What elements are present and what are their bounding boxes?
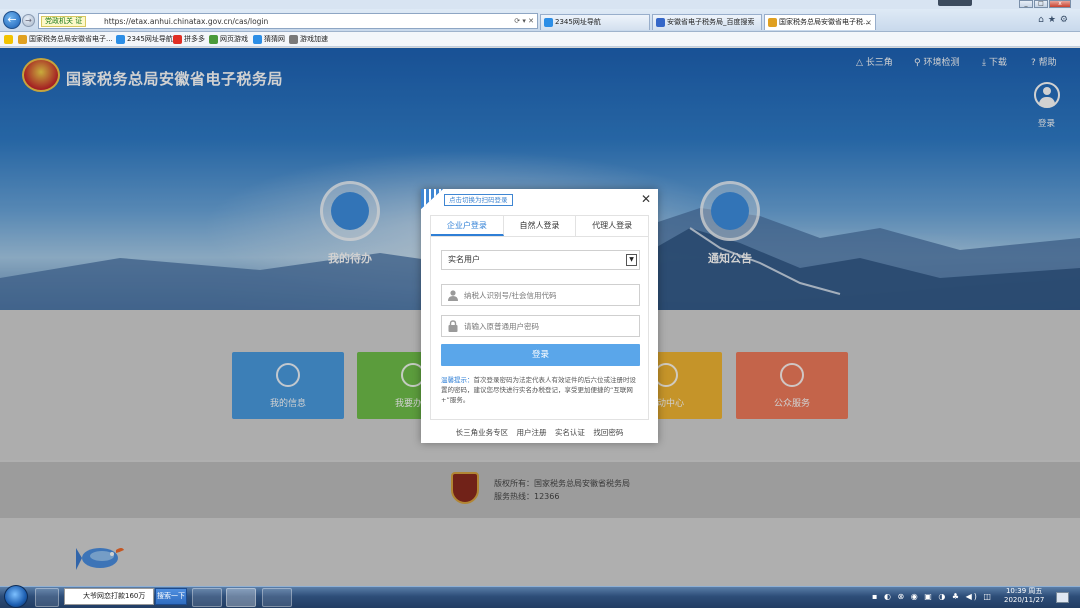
- close-icon[interactable]: ✕: [641, 192, 651, 206]
- link-yangtze-zone[interactable]: 长三角业务专区: [456, 428, 509, 437]
- taskbar-search-text: 大爷网恋打款160万: [83, 592, 146, 600]
- tab-favicon-icon: [544, 18, 553, 27]
- link-recover-password[interactable]: 找回密码: [593, 428, 623, 437]
- clock-date: 2020/11/27: [1004, 596, 1045, 604]
- tab-agent-login[interactable]: 代理人登录: [576, 216, 648, 236]
- tab-label: 2345网址导航: [555, 18, 601, 26]
- taskbar-ie-icon[interactable]: [226, 588, 256, 607]
- chevron-down-icon[interactable]: ▼: [626, 254, 637, 266]
- show-desktop-icon[interactable]: [1056, 592, 1069, 603]
- tab-2345[interactable]: 2345网址导航: [540, 14, 650, 30]
- taxpayer-id-input[interactable]: [464, 288, 634, 302]
- fav-icon: [253, 35, 262, 44]
- address-url[interactable]: https://etax.anhui.chinatax.gov.cn/cas/l…: [104, 16, 268, 27]
- taskbar-search-button[interactable]: 搜索一下: [155, 588, 187, 605]
- password-input[interactable]: [464, 319, 634, 333]
- system-tray-icons[interactable]: ▪ ◐ ⊗ ◉ ▣ ◑ ♣ ◀) ◫: [872, 592, 993, 601]
- user-type-value: 实名用户: [448, 255, 480, 264]
- login-tabs: 企业户登录 自然人登录 代理人登录: [430, 215, 649, 237]
- gov-site-badge: 党政机关 证: [41, 16, 87, 27]
- browser-home-fav-settings-icons[interactable]: ⌂★⚙: [1038, 15, 1072, 25]
- tab-close-icon[interactable]: ×: [865, 15, 872, 30]
- fav-icon: [18, 35, 27, 44]
- tab-enterprise-login[interactable]: 企业户登录: [431, 216, 504, 236]
- forward-arrow-icon[interactable]: →: [22, 14, 35, 27]
- fav-item[interactable]: 网页游戏: [209, 34, 248, 45]
- clock-time: 10:39 周五: [1005, 587, 1043, 595]
- tab-label: 安徽省电子税务局_百度搜索: [667, 18, 755, 26]
- taskbar-wechat-icon[interactable]: [262, 588, 292, 607]
- restore-icon[interactable]: □: [1034, 0, 1048, 8]
- fav-item[interactable]: 猜猜网: [253, 34, 285, 45]
- fav-icon: [289, 35, 298, 44]
- login-dialog: 点击切换为扫码登录 ✕ 企业户登录 自然人登录 代理人登录 实名用户 ▼ 登录: [421, 189, 658, 443]
- tab-baidu-search[interactable]: 安徽省电子税务局_百度搜索: [652, 14, 762, 30]
- password-field: [441, 315, 640, 337]
- fav-item[interactable]: 拼多多: [173, 34, 205, 45]
- taxpayer-id-field: [441, 284, 640, 306]
- login-form: 实名用户 ▼ 登录 温馨提示：首次登录密码为法定代表人有效证件的后六位或注册时设…: [430, 237, 649, 420]
- fav-item[interactable]: 国家税务总局安徽省电子...: [18, 34, 113, 45]
- user-icon: [448, 290, 458, 301]
- window-status-strip: [938, 0, 972, 6]
- link-realname-auth[interactable]: 实名认证: [555, 428, 585, 437]
- fav-icon: [116, 35, 125, 44]
- address-actions-icon[interactable]: ⟳ ▾ ✕: [514, 16, 534, 27]
- back-arrow-icon[interactable]: ←: [3, 11, 21, 29]
- taskbar-clock[interactable]: 10:39 周五 2020/11/27: [1004, 587, 1044, 605]
- login-tip: 温馨提示：首次登录密码为法定代表人有效证件的后六位或注册时设置的密码，建议您尽快…: [441, 375, 640, 405]
- fav-item[interactable]: 游戏加速: [289, 34, 328, 45]
- login-button[interactable]: 登录: [441, 344, 640, 366]
- taskbar-browser-icon[interactable]: [192, 588, 222, 607]
- lock-icon: [448, 320, 458, 332]
- fav-icon: [173, 35, 182, 44]
- qr-switch-tip[interactable]: 点击切换为扫码登录: [444, 194, 513, 206]
- fav-item[interactable]: 2345网址导航: [116, 34, 173, 45]
- tip-label: 温馨提示：: [441, 376, 474, 384]
- qr-code-icon[interactable]: [421, 189, 443, 209]
- link-register[interactable]: 用户注册: [517, 428, 547, 437]
- minimize-icon[interactable]: _: [1019, 0, 1033, 8]
- favorites-bar: 国家税务总局安徽省电子... 2345网址导航 拼多多 网页游戏 猜猜网 游戏加…: [0, 32, 1080, 47]
- address-bar[interactable]: 党政机关 证 https://etax.anhui.chinatax.gov.c…: [38, 13, 538, 29]
- fav-icon: [209, 35, 218, 44]
- start-button-icon[interactable]: [4, 585, 28, 608]
- window-controls: _ □ x: [1018, 0, 1071, 9]
- tab-favicon-icon: [768, 18, 777, 27]
- tab-favicon-icon: [656, 18, 665, 27]
- tab-etax[interactable]: 国家税务总局安徽省电子税... ×: [764, 14, 876, 30]
- taskbar-search-input[interactable]: 大爷网恋打款160万: [64, 588, 154, 605]
- tab-label: 国家税务总局安徽省电子税...: [779, 18, 870, 26]
- user-type-select[interactable]: 实名用户 ▼: [441, 250, 640, 270]
- tab-individual-login[interactable]: 自然人登录: [504, 216, 577, 236]
- window-title-strip: [0, 0, 1080, 9]
- taskbar-app-icon[interactable]: [35, 588, 59, 607]
- close-window-icon[interactable]: x: [1049, 0, 1071, 8]
- dialog-links: 长三角业务专区 用户注册 实名认证 找回密码: [421, 427, 658, 438]
